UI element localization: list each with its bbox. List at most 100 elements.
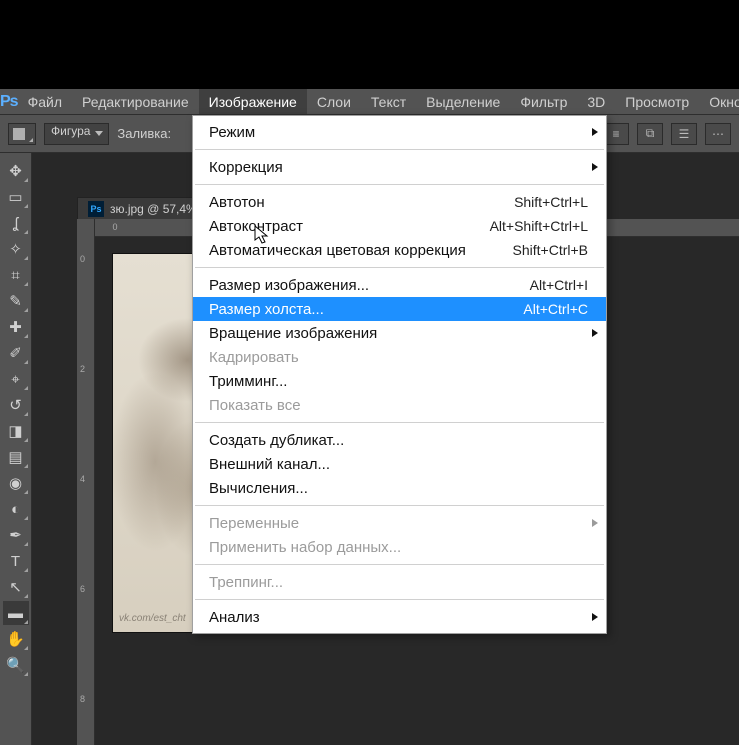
menu-option-анализ[interactable]: Анализ [193, 605, 606, 629]
tool-blur[interactable]: ◉ [3, 471, 29, 495]
image-menu-dropdown: РежимКоррекцияАвтотонShift+Ctrl+LАвтокон… [192, 115, 607, 634]
menu-option-режим[interactable]: Режим [193, 120, 606, 144]
menu-separator [195, 599, 604, 600]
menu-option-label: Вычисления... [209, 480, 588, 497]
menu-option-тримминг-[interactable]: Тримминг... [193, 369, 606, 393]
menu-option-кадрировать: Кадрировать [193, 345, 606, 369]
menu-option-label: Режим [209, 124, 588, 141]
menu-option-label: Размер холста... [209, 301, 523, 318]
tool-lasso[interactable]: ʆ [3, 211, 29, 235]
shape-mode-label: Фигура [51, 124, 90, 138]
menu-option-label: Создать дубликат... [209, 432, 588, 449]
tool-patch[interactable]: ✚ [3, 315, 29, 339]
menu-separator [195, 564, 604, 565]
vruler-tick: 6 [80, 584, 85, 594]
menu-option-применить-набор-данных-: Применить набор данных... [193, 535, 606, 559]
watermark-text: vk.com/est_cht [119, 613, 186, 624]
menubar: Ps ФайлРедактированиеИзображениеСлоиТекс… [0, 89, 739, 115]
document-tab-label: зю.jpg @ 57,4% [110, 202, 197, 216]
menu-item-просмотр[interactable]: Просмотр [615, 89, 699, 114]
vruler-tick: 8 [80, 694, 85, 704]
tool-clone[interactable]: ⌖ [3, 367, 29, 391]
menu-separator [195, 184, 604, 185]
ps-file-icon: Ps [88, 201, 104, 217]
vruler-tick: 4 [80, 474, 85, 484]
menu-option-label: Переменные [209, 515, 588, 532]
menu-item-изображение[interactable]: Изображение [199, 89, 307, 114]
tool-eyedropper[interactable]: ✎ [3, 289, 29, 313]
menu-separator [195, 422, 604, 423]
menu-separator [195, 149, 604, 150]
menu-option-label: Вращение изображения [209, 325, 588, 342]
tool-eraser[interactable]: ◨ [3, 419, 29, 443]
menu-item-файл[interactable]: Файл [18, 89, 72, 114]
menu-option-shortcut: Shift+Ctrl+B [513, 242, 588, 258]
vruler-tick: 2 [80, 364, 85, 374]
menu-item-окно[interactable]: Окно [699, 89, 739, 114]
vertical-ruler: 0 2 4 6 8 [77, 219, 95, 745]
tool-preset-dropdown[interactable] [8, 123, 36, 145]
menu-option-создать-дубликат-[interactable]: Создать дубликат... [193, 428, 606, 452]
menu-item-фильтр[interactable]: Фильтр [510, 89, 577, 114]
menu-option-автотон[interactable]: АвтотонShift+Ctrl+L [193, 190, 606, 214]
menu-option-автоматическая-цветовая-коррекция[interactable]: Автоматическая цветовая коррекцияShift+C… [193, 238, 606, 262]
menu-option-переменные: Переменные [193, 511, 606, 535]
menu-option-вычисления-[interactable]: Вычисления... [193, 476, 606, 500]
vruler-tick: 0 [80, 254, 85, 264]
shape-mode-select[interactable]: Фигура [44, 123, 109, 145]
document-tab[interactable]: Ps зю.jpg @ 57,4% [77, 197, 208, 219]
menu-item-текст[interactable]: Текст [361, 89, 416, 114]
menu-option-label: Внешний канал... [209, 456, 588, 473]
menu-option-коррекция[interactable]: Коррекция [193, 155, 606, 179]
geometry-options-icon[interactable]: ☰ [671, 123, 697, 145]
tool-marquee[interactable]: ▭ [3, 185, 29, 209]
toolbox: ✥▭ʆ✧⌗✎✚✐⌖↺◨▤◉◐✒T↖▬✋🔍 [0, 153, 32, 745]
menu-option-внешний-канал-[interactable]: Внешний канал... [193, 452, 606, 476]
menu-option-label: Применить набор данных... [209, 539, 588, 556]
ps-logo: Ps [0, 89, 18, 114]
window-decoration-black [0, 0, 739, 89]
menu-option-label: Автотон [209, 194, 514, 211]
tool-type[interactable]: T [3, 549, 29, 573]
menu-item-редактирование[interactable]: Редактирование [72, 89, 199, 114]
tool-magic-wand[interactable]: ✧ [3, 237, 29, 261]
menu-option-автоконтраст[interactable]: АвтоконтрастAlt+Shift+Ctrl+L [193, 214, 606, 238]
arrange-options-icon[interactable]: ⧉ [637, 123, 663, 145]
menu-option-shortcut: Shift+Ctrl+L [514, 194, 588, 210]
menu-option-треппинг-: Треппинг... [193, 570, 606, 594]
tool-pen[interactable]: ✒ [3, 523, 29, 547]
menu-option-вращение-изображения[interactable]: Вращение изображения [193, 321, 606, 345]
menu-item-слои[interactable]: Слои [307, 89, 361, 114]
menu-option-label: Автоматическая цветовая коррекция [209, 242, 513, 259]
menu-option-shortcut: Alt+Ctrl+C [523, 301, 588, 317]
tool-history-brush[interactable]: ↺ [3, 393, 29, 417]
menu-separator [195, 267, 604, 268]
fill-label: Заливка: [117, 126, 171, 141]
tool-move[interactable]: ✥ [3, 159, 29, 183]
menu-option-label: Размер изображения... [209, 277, 530, 294]
menu-item-3d[interactable]: 3D [577, 89, 615, 114]
hruler-tick: 0 [112, 222, 117, 232]
tool-zoom[interactable]: 🔍 [3, 653, 29, 677]
menu-option-label: Тримминг... [209, 373, 588, 390]
tool-crop[interactable]: ⌗ [3, 263, 29, 287]
tool-path-select[interactable]: ↖ [3, 575, 29, 599]
tool-brush[interactable]: ✐ [3, 341, 29, 365]
tool-hand[interactable]: ✋ [3, 627, 29, 651]
menu-option-размер-изображения-[interactable]: Размер изображения...Alt+Ctrl+I [193, 273, 606, 297]
menu-separator [195, 505, 604, 506]
menu-option-label: Автоконтраст [209, 218, 490, 235]
menu-option-shortcut: Alt+Shift+Ctrl+L [490, 218, 588, 234]
menu-option-показать-все: Показать все [193, 393, 606, 417]
menu-option-shortcut: Alt+Ctrl+I [530, 277, 588, 293]
tool-rectangle[interactable]: ▬ [3, 601, 29, 625]
more-options-icon[interactable]: ⋯ [705, 123, 731, 145]
menu-option-label: Анализ [209, 609, 588, 626]
menu-option-label: Треппинг... [209, 574, 588, 591]
menu-option-label: Коррекция [209, 159, 588, 176]
tool-dodge[interactable]: ◐ [3, 497, 29, 521]
menu-option-label: Кадрировать [209, 349, 588, 366]
tool-gradient[interactable]: ▤ [3, 445, 29, 469]
menu-item-выделение[interactable]: Выделение [416, 89, 510, 114]
menu-option-размер-холста-[interactable]: Размер холста...Alt+Ctrl+C [193, 297, 606, 321]
